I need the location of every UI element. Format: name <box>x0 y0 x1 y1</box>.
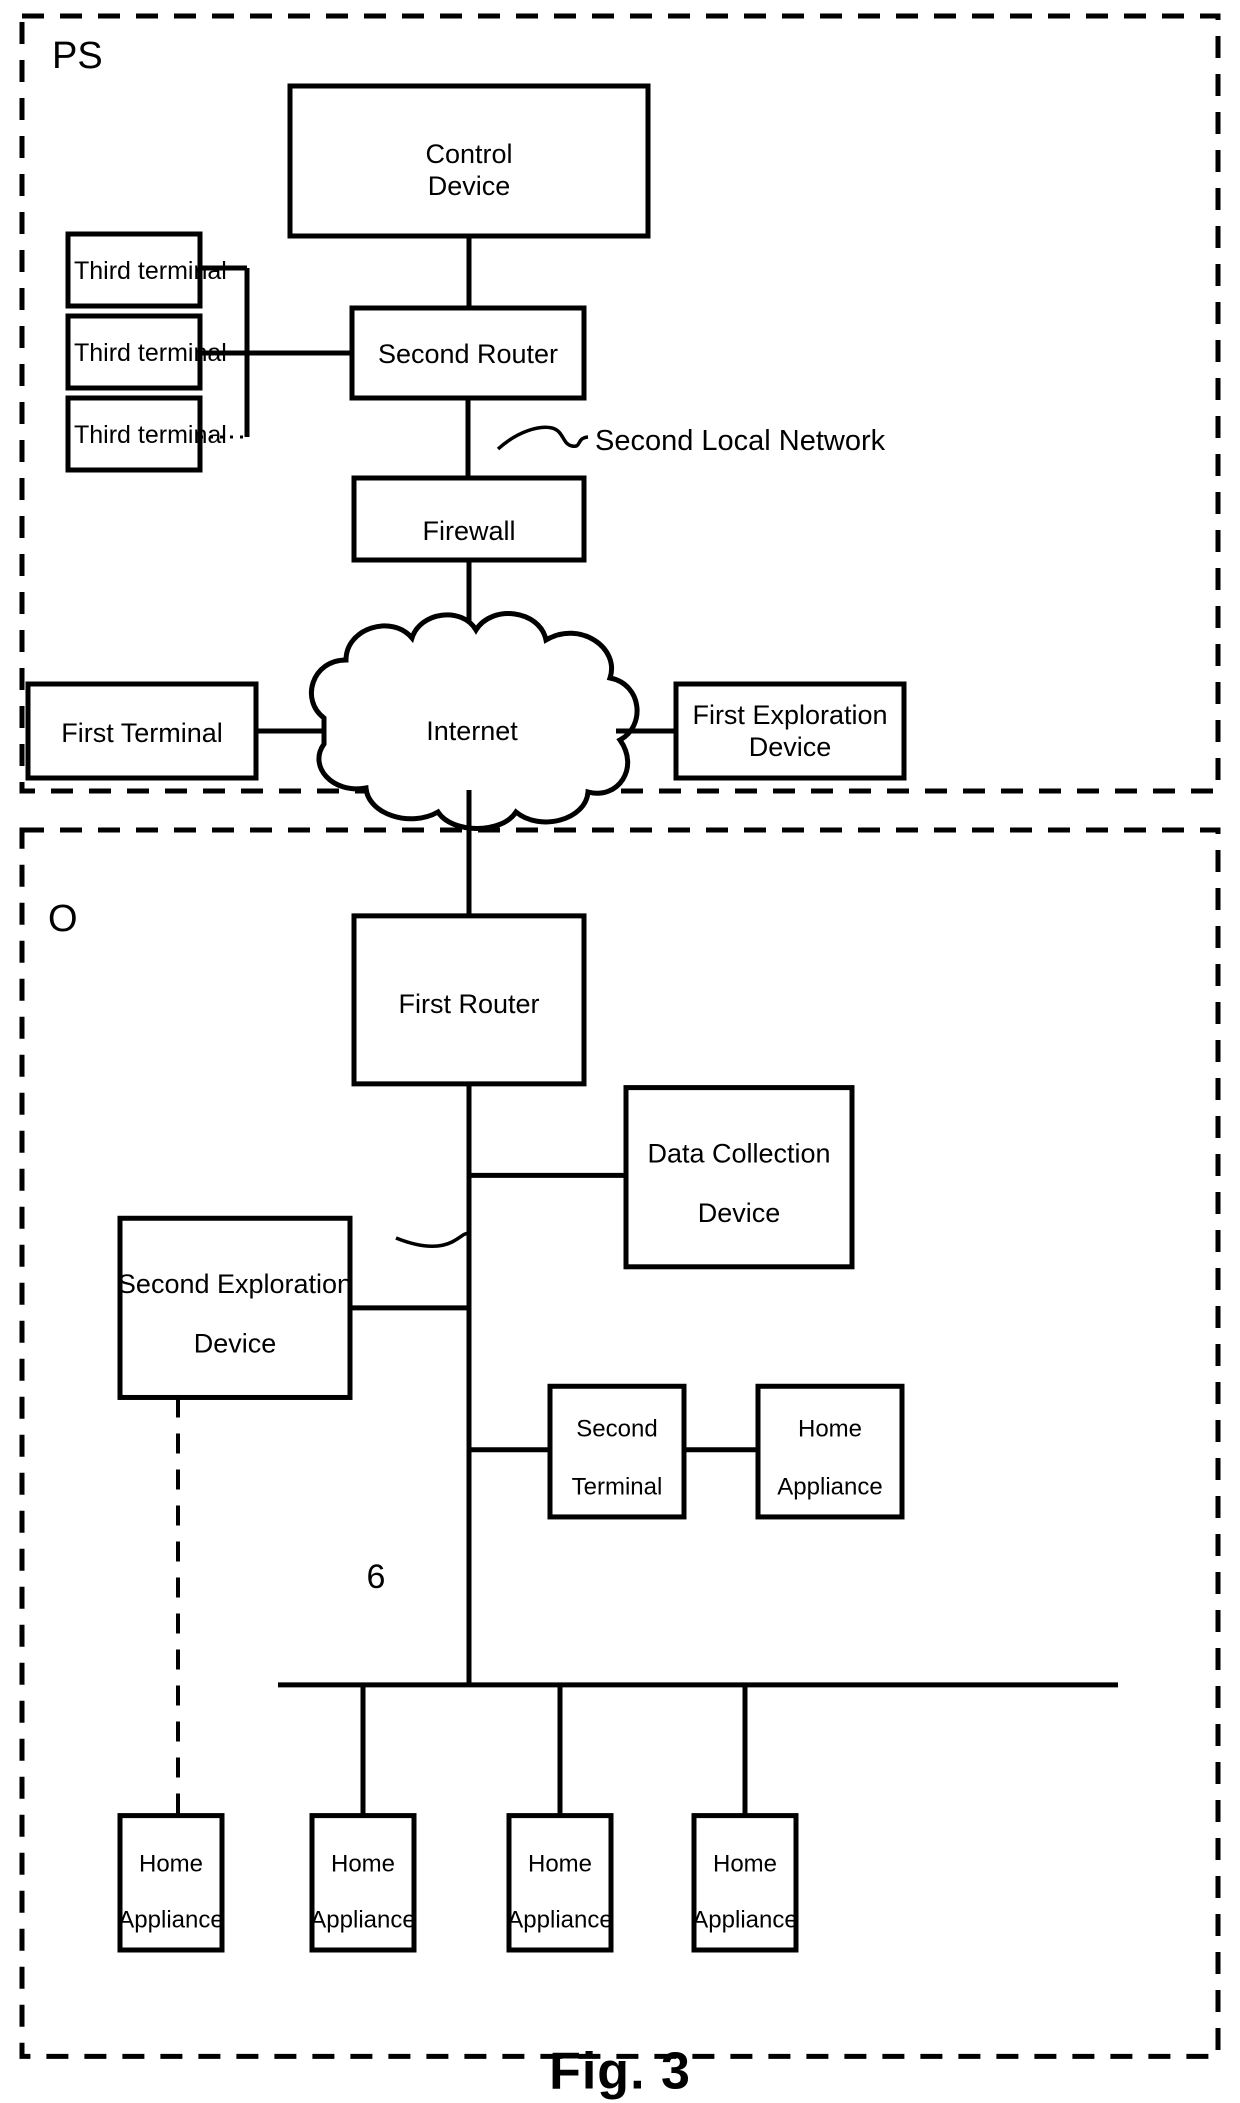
control-device-label-line2: Device <box>428 171 511 201</box>
home-appliance-2-label-line2: Appliance <box>310 1907 415 1934</box>
data-collection-device-box[interactable] <box>623 1085 855 1270</box>
network-architecture-diagram: PS Control Device Second Router Third te… <box>19 13 1221 2101</box>
firewall-label: Firewall <box>422 516 515 546</box>
third-terminal-3-label: Third terminal <box>74 421 227 449</box>
home-appliance-top-label-line1: Home <box>798 1416 862 1443</box>
region-ps-label: PS <box>52 35 103 77</box>
home-appliance-top-label-line2: Appliance <box>777 1474 882 1501</box>
first-router-label: First Router <box>398 989 539 1019</box>
home-appliance-2-label-line1: Home <box>331 1851 395 1878</box>
control-device-label-line1: Control <box>425 139 512 169</box>
second-terminal-label-line1: Second <box>576 1416 657 1443</box>
bus-reference-label: 6 <box>367 1558 386 1596</box>
second-exploration-device-label-line1: Second Exploration <box>118 1269 352 1299</box>
data-collection-device-label-line2: Device <box>698 1198 781 1228</box>
first-terminal-label: First Terminal <box>61 718 223 748</box>
second-local-network-annotation: Second Local Network <box>595 425 886 457</box>
home-appliance-3-label-line2: Appliance <box>507 1907 612 1934</box>
patent-figure-3: PS Control Device Second Router Third te… <box>0 0 1240 2103</box>
region-o-label: O <box>48 898 78 940</box>
data-collection-device-label-line1: Data Collection <box>647 1138 830 1168</box>
bus-reference-leader-line <box>395 1231 470 1249</box>
second-local-network-leader-line <box>496 425 589 451</box>
second-router-label: Second Router <box>378 339 558 369</box>
first-exploration-device-box[interactable] <box>673 681 907 781</box>
home-appliance-1-label-line1: Home <box>139 1851 203 1878</box>
figure-caption: Fig. 3 <box>549 2043 691 2101</box>
home-appliance-4-label-line1: Home <box>713 1851 777 1878</box>
home-appliance-4-label-line2: Appliance <box>692 1907 797 1934</box>
first-exploration-device-label-line1: First Exploration <box>692 700 887 730</box>
internet-label: Internet <box>426 716 518 746</box>
home-appliance-3-label-line1: Home <box>528 1851 592 1878</box>
third-terminal-1-label: Third terminal <box>74 257 227 285</box>
second-exploration-device-label-line2: Device <box>194 1329 277 1359</box>
second-terminal-label-line2: Terminal <box>572 1474 663 1501</box>
second-exploration-device-box[interactable] <box>117 1215 353 1400</box>
home-appliance-1-label-line2: Appliance <box>118 1907 223 1934</box>
first-exploration-device-label-line2: Device <box>749 732 832 762</box>
